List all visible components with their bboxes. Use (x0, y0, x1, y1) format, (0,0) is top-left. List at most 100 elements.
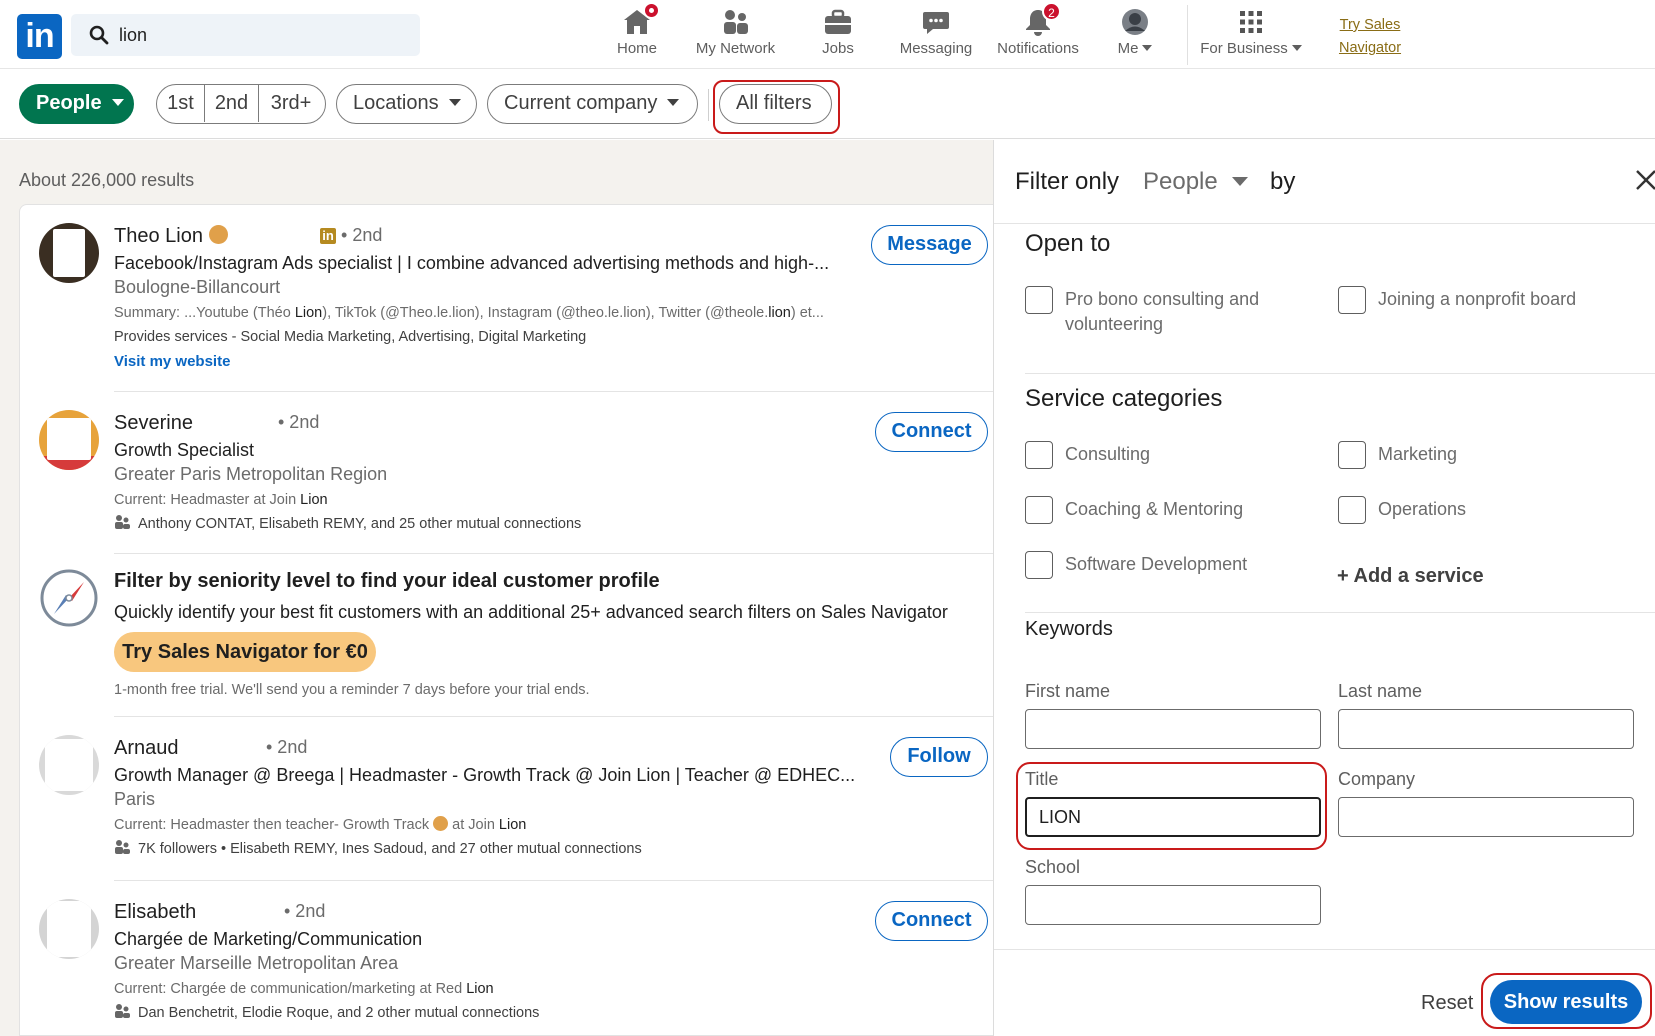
result-row-theo-lion: Theo Lion in • 2nd Facebook/Instagram Ad… (20, 205, 994, 391)
company-field[interactable] (1338, 797, 1634, 837)
promo-trial-note: 1-month free trial. We'll send you a rem… (114, 682, 590, 698)
result-name[interactable]: Arnaud (114, 737, 179, 760)
lion-emoji-icon (208, 225, 228, 245)
panel-header: Filter only People by (994, 140, 1655, 224)
search-bar[interactable] (71, 14, 420, 56)
current-company-filter-button[interactable]: Current company (487, 84, 698, 124)
nav-me[interactable]: Me (1115, 8, 1155, 64)
nav-notifications[interactable]: 2 Notifications (993, 2, 1083, 64)
chevron-down-icon (448, 98, 461, 106)
result-mutual-connections[interactable]: 7K followers • Elisabeth REMY, Ines Sado… (114, 840, 642, 857)
follow-button[interactable]: Follow (890, 737, 988, 777)
search-input[interactable] (119, 14, 409, 56)
avatar[interactable] (39, 223, 99, 283)
mutual-connections-icon (115, 1004, 130, 1019)
nonprofit-board-checkbox[interactable] (1338, 286, 1366, 314)
promo-text: Quickly identify your best fit customers… (114, 602, 948, 622)
notifications-count-badge: 2 (1042, 2, 1061, 21)
result-location: Boulogne-Billancourt (114, 277, 281, 297)
try-sales-line1: Try Sales (1339, 17, 1401, 33)
result-degree: • 2nd (266, 737, 308, 757)
nav-messaging-label: Messaging (899, 40, 973, 57)
nav-for-business[interactable]: For Business (1200, 8, 1302, 64)
people-filter-button[interactable]: People (19, 84, 134, 124)
panel-footer-divider (994, 949, 1655, 950)
filter-divider (708, 89, 709, 121)
connection-degree-group: 1st 2nd 3rd+ (156, 84, 326, 124)
sales-navigator-promo: Filter by seniority level to find your i… (20, 554, 994, 716)
result-mutual-connections[interactable]: Dan Benchetrit, Elodie Roque, and 2 othe… (114, 1004, 539, 1021)
last-name-label: Last name (1338, 681, 1423, 701)
result-headline: Chargée de Marketing/Communication (114, 929, 423, 949)
keywords-heading: Keywords (1025, 618, 1113, 640)
panel-title-filter-only: Filter only (1015, 168, 1120, 195)
result-headline: Facebook/Instagram Ads specialist | I co… (114, 253, 830, 273)
all-filters-button[interactable]: All filters (719, 84, 832, 124)
avatar[interactable] (39, 735, 99, 795)
result-row-severine: Severine • 2nd Growth Specialist Greater… (20, 392, 994, 553)
marketing-label: Marketing (1378, 444, 1458, 464)
grid-apps-icon (1236, 8, 1266, 36)
home-icon (622, 2, 660, 36)
try-sales-navigator-button[interactable]: Try Sales Navigator for €0 (114, 632, 376, 672)
connect-button[interactable]: Connect (875, 412, 988, 452)
search-results-list: Theo Lion in • 2nd Facebook/Instagram Ad… (19, 204, 994, 1036)
nav-my-network[interactable]: My Network (688, 8, 783, 64)
panel-people-dropdown[interactable]: People (1143, 168, 1248, 196)
avatar[interactable] (39, 410, 99, 470)
result-headline: Growth Manager @ Breega | Headmaster - G… (114, 765, 856, 785)
avatar[interactable] (39, 899, 99, 959)
result-mutual-connections[interactable]: Anthony CONTAT, Elisabeth REMY, and 25 o… (114, 515, 581, 532)
software-development-checkbox[interactable] (1025, 551, 1053, 579)
degree-2nd-button[interactable]: 2nd (205, 85, 259, 122)
add-service-button[interactable]: + Add a service (1337, 565, 1484, 588)
try-sales-navigator-link[interactable]: Try Sales Navigator (1330, 14, 1410, 60)
result-name[interactable]: Theo Lion (114, 225, 228, 248)
close-icon[interactable] (1634, 168, 1655, 192)
result-row-arnaud: Arnaud • 2nd Growth Manager @ Breega | H… (20, 717, 994, 880)
chevron-down-icon (667, 98, 680, 106)
operations-checkbox[interactable] (1338, 496, 1366, 524)
mutual-connections-icon (115, 840, 130, 855)
pro-bono-checkbox[interactable] (1025, 286, 1053, 314)
nav-home[interactable]: Home (607, 2, 667, 64)
messaging-icon (921, 8, 951, 36)
marketing-checkbox[interactable] (1338, 441, 1366, 469)
nav-jobs[interactable]: Jobs (813, 8, 863, 64)
operations-label: Operations (1378, 499, 1467, 519)
chevron-down-icon (1291, 44, 1302, 51)
result-name[interactable]: Elisabeth (114, 901, 196, 924)
nav-notifications-label: Notifications (997, 40, 1079, 57)
nav-messaging[interactable]: Messaging (895, 8, 977, 64)
panel-title-by: by (1270, 168, 1296, 195)
locations-filter-button[interactable]: Locations (336, 84, 477, 124)
people-filter-label: People (36, 92, 102, 114)
nav-jobs-label: Jobs (822, 40, 854, 57)
consulting-checkbox[interactable] (1025, 441, 1053, 469)
try-sales-line2: Navigator (1338, 40, 1402, 56)
open-to-heading: Open to (1025, 230, 1111, 257)
nonprofit-board-label: Joining a nonprofit board (1378, 289, 1577, 309)
result-name[interactable]: Severine (114, 412, 193, 435)
show-results-button[interactable]: Show results (1490, 980, 1642, 1024)
locations-filter-label: Locations (353, 92, 439, 114)
first-name-field[interactable] (1025, 709, 1321, 749)
nav-home-label: Home (616, 40, 657, 57)
current-company-filter-label: Current company (504, 92, 658, 114)
linkedin-logo[interactable]: in (17, 14, 62, 59)
degree-1st-button[interactable]: 1st (157, 85, 205, 122)
result-current-position: Current: Headmaster then teacher- Growth… (114, 815, 527, 833)
title-field[interactable] (1025, 797, 1321, 837)
degree-3rd-button[interactable]: 3rd+ (259, 85, 323, 122)
avatar (1120, 8, 1150, 36)
message-button[interactable]: Message (871, 225, 988, 265)
last-name-field[interactable] (1338, 709, 1634, 749)
all-filters-panel: Filter only People by Open to Pro bono c… (993, 140, 1655, 1036)
briefcase-icon (823, 8, 853, 36)
first-name-label: First name (1025, 681, 1111, 701)
reset-button[interactable]: Reset (1421, 992, 1473, 1015)
school-field[interactable] (1025, 885, 1321, 925)
coaching-mentoring-checkbox[interactable] (1025, 496, 1053, 524)
connect-button[interactable]: Connect (875, 901, 988, 941)
visit-website-link[interactable]: Visit my website (114, 353, 230, 370)
